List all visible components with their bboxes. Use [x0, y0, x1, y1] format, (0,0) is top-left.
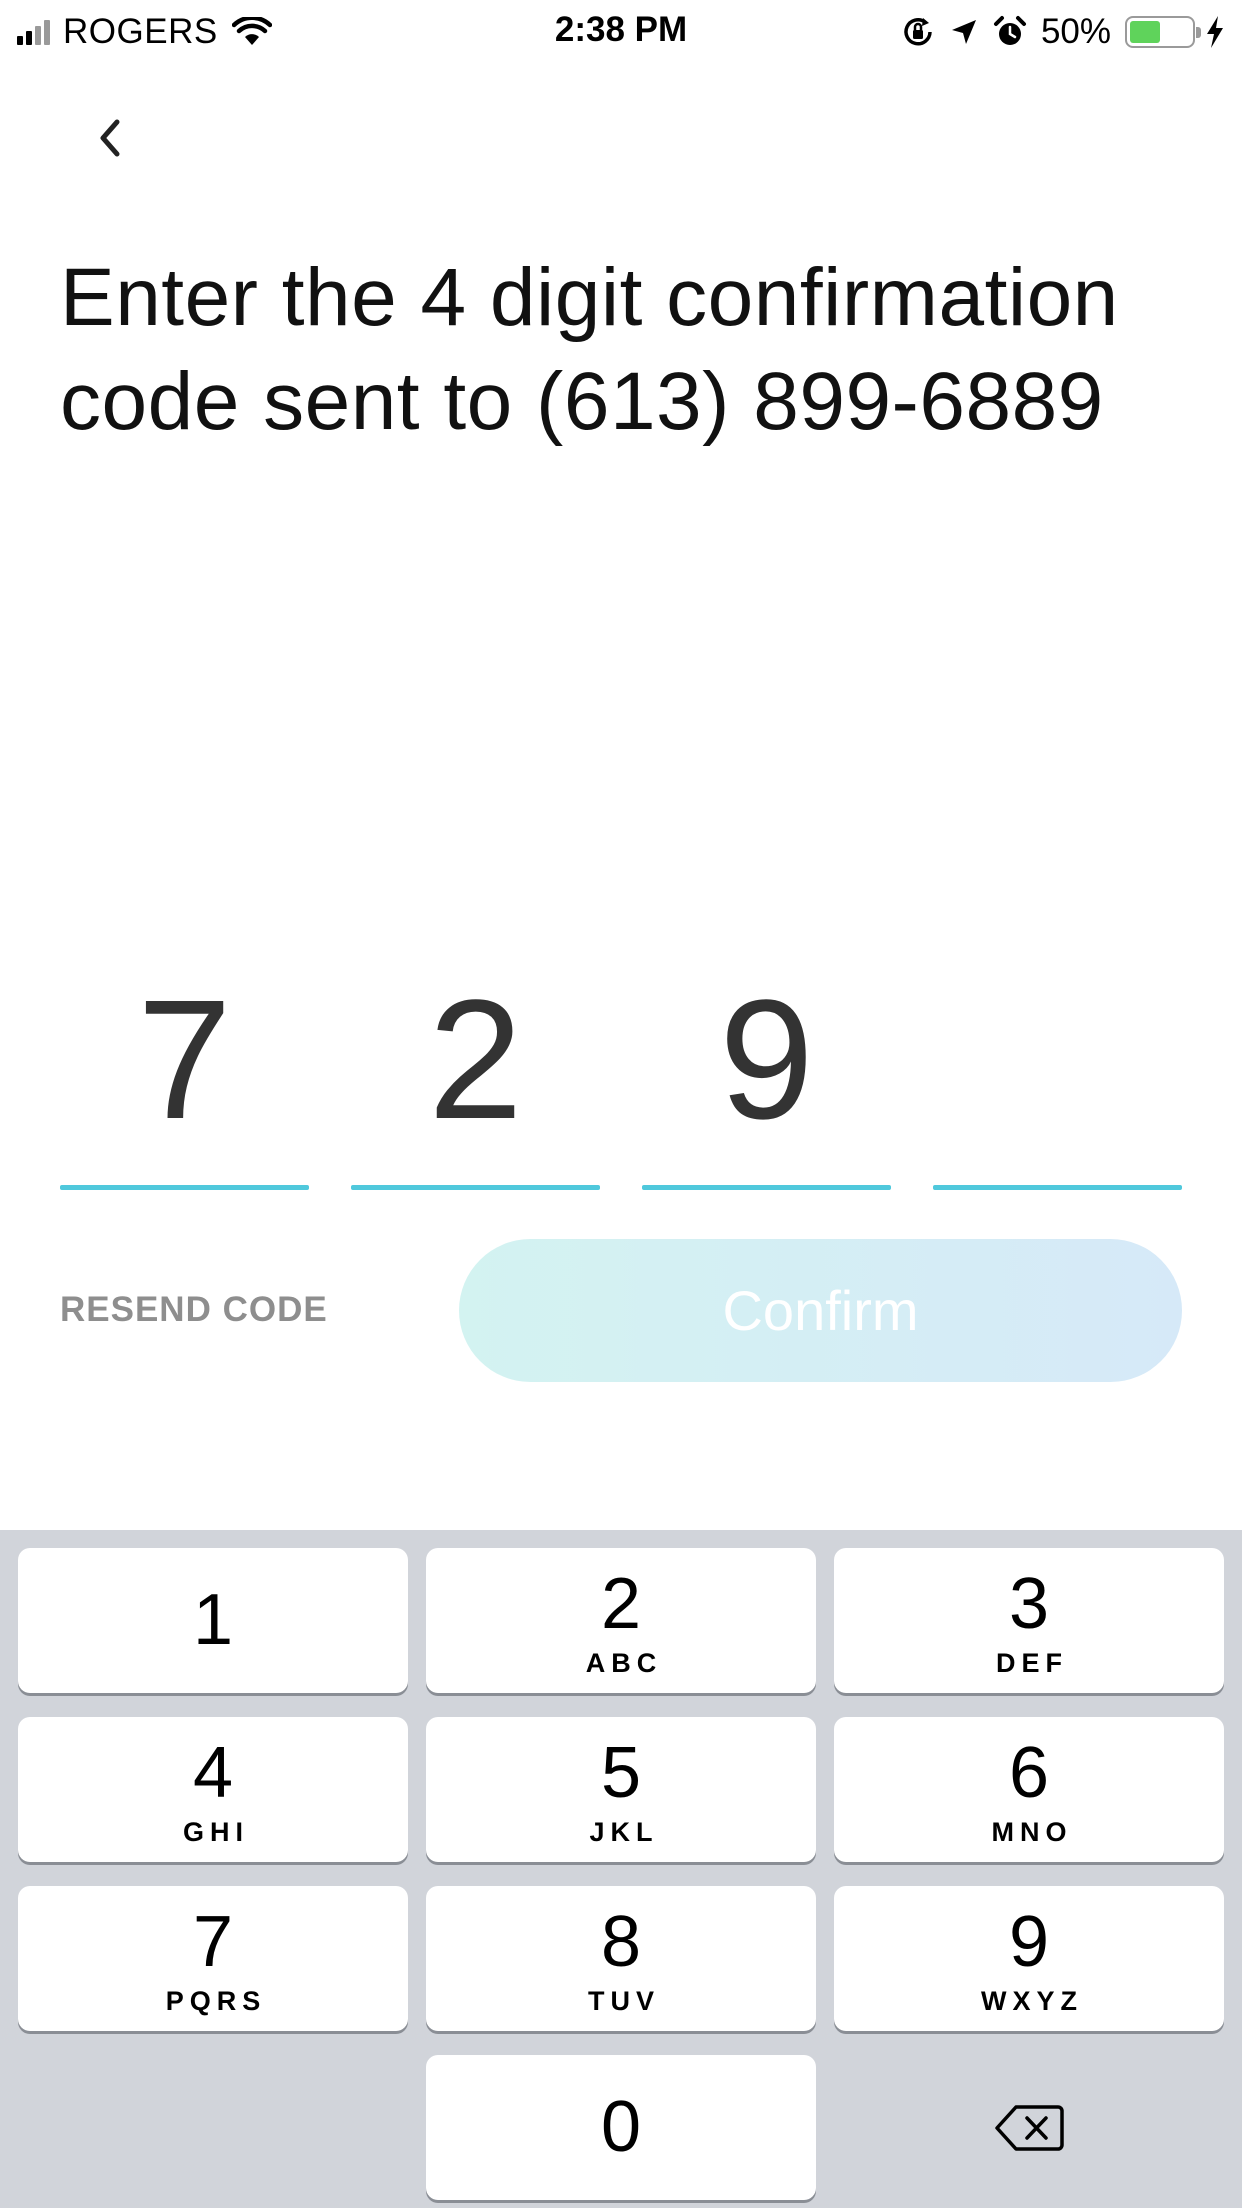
code-input-row: 7 2 9: [60, 960, 1182, 1190]
code-digit-value: 7: [137, 965, 232, 1155]
code-underline: [933, 1185, 1182, 1190]
backspace-icon: [995, 2104, 1064, 2151]
code-underline: [60, 1185, 309, 1190]
code-digit-1[interactable]: 7: [60, 960, 309, 1190]
key-9[interactable]: 9 WXYZ: [834, 1886, 1224, 2031]
battery-cap: [1196, 27, 1201, 38]
key-letters: GHI: [182, 1817, 249, 1847]
page-title: Enter the 4 digit confirmation code sent…: [60, 252, 1119, 447]
key-number: 4: [192, 1733, 234, 1813]
code-digit-4[interactable]: [933, 960, 1182, 1190]
key-2[interactable]: 2 ABC: [426, 1548, 816, 1693]
key-5[interactable]: 5 JKL: [426, 1717, 816, 1862]
key-7[interactable]: 7 PQRS: [18, 1886, 408, 2031]
key-number: 6: [1008, 1733, 1050, 1813]
key-letters: MNO: [991, 1817, 1073, 1847]
key-number: 5: [600, 1733, 642, 1813]
resend-code-button[interactable]: RESEND CODE: [60, 1290, 328, 1330]
status-bar: ROGERS 2:38 PM 50%: [0, 0, 1242, 62]
code-digit-value: 9: [719, 965, 814, 1155]
key-letters: PQRS: [165, 1986, 267, 2016]
key-letters: WXYZ: [981, 1986, 1083, 2016]
key-letters: TUV: [588, 1986, 660, 2016]
key-3[interactable]: 3 DEF: [834, 1548, 1224, 1693]
delete-key[interactable]: [834, 2055, 1224, 2200]
key-number: 1: [192, 1580, 234, 1660]
status-right: 50%: [887, 10, 1225, 54]
key-number: 3: [1008, 1564, 1050, 1644]
code-digit-3[interactable]: 9: [642, 960, 891, 1190]
code-underline: [351, 1185, 600, 1190]
code-underline: [642, 1185, 891, 1190]
location-arrow-icon: [951, 20, 976, 44]
key-4[interactable]: 4 GHI: [18, 1717, 408, 1862]
key-number: 8: [600, 1902, 642, 1982]
confirm-label: Confirm: [722, 1279, 919, 1342]
key-1[interactable]: 1: [18, 1548, 408, 1693]
key-6[interactable]: 6 MNO: [834, 1717, 1224, 1862]
key-number: 9: [1008, 1902, 1050, 1982]
key-letters: DEF: [996, 1648, 1068, 1678]
key-letters: JKL: [589, 1817, 659, 1847]
code-digit-2[interactable]: 2: [351, 960, 600, 1190]
chevron-left-icon: [100, 119, 120, 157]
key-letters: ABC: [585, 1648, 663, 1678]
battery-icon: [1125, 16, 1201, 48]
numeric-keypad: 1 2 ABC 3 DEF 4 GHI 5 JKL 6 MNO 7 PQRS 8…: [0, 1530, 1242, 2208]
alarm-icon: [993, 16, 1026, 45]
back-button[interactable]: [80, 108, 140, 168]
charging-bolt-icon: [1207, 16, 1223, 48]
battery-fill: [1130, 21, 1160, 43]
key-8[interactable]: 8 TUV: [426, 1886, 816, 2031]
orientation-lock-icon: [904, 18, 932, 46]
battery-percent: 50%: [1040, 12, 1111, 51]
key-0[interactable]: 0: [426, 2055, 816, 2200]
code-digit-value: 2: [428, 965, 523, 1155]
key-number: 7: [192, 1902, 234, 1982]
confirm-button[interactable]: Confirm: [459, 1239, 1182, 1382]
key-number: 2: [600, 1564, 642, 1644]
key-number: 0: [600, 2087, 642, 2167]
